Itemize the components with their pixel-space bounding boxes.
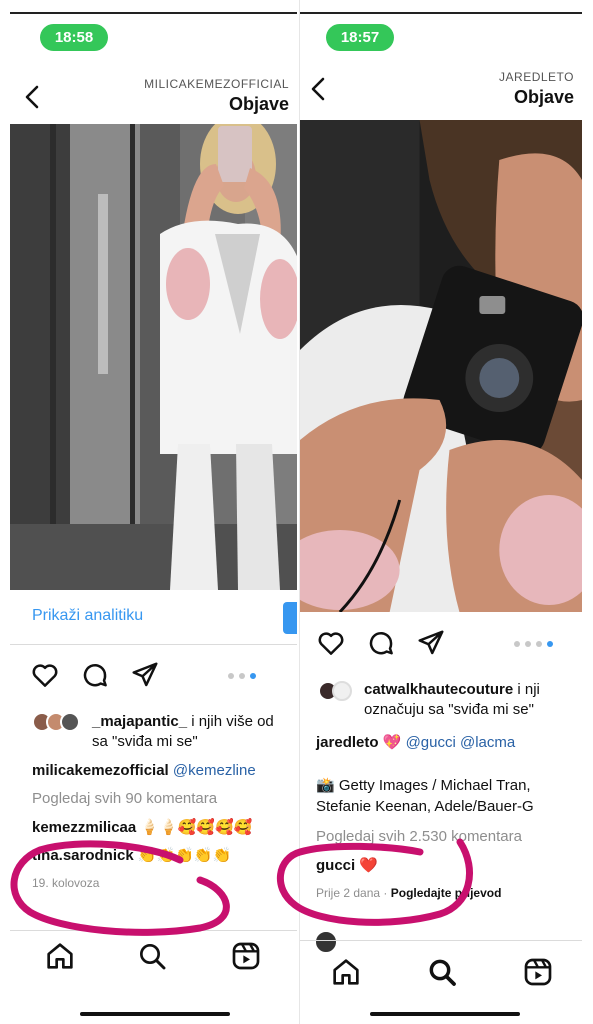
caption-username[interactable]: jaredleto — [316, 734, 379, 751]
liked-by-line-2: označuju sa "sviđa mi se" — [364, 701, 534, 718]
right-phone-screen: 18:57 JAREDLETO Objave catwalkhautecoutu… — [299, 0, 582, 1024]
left-phone-screen: 18:58 MILICAKEMEZOFFICIAL Objave Prikaži… — [10, 0, 297, 1024]
view-all-comments[interactable]: Pogledaj svih 2.530 komentara — [316, 828, 522, 845]
liked-by-line-2: sa "sviđa mi se" — [92, 733, 198, 750]
heart-icon[interactable] — [316, 628, 346, 658]
liked-by-text: i nji — [513, 681, 540, 698]
caption-username[interactable]: milicakemezofficial — [32, 762, 169, 779]
liker-username[interactable]: _majapantic_ — [92, 713, 187, 730]
liked-by-text: i njih više od — [187, 713, 274, 730]
phone-frame-edge — [300, 12, 582, 14]
tab-bar-divider — [300, 940, 582, 941]
caption: milicakemezofficial @kemezline — [32, 762, 256, 779]
home-indicator — [80, 1012, 230, 1016]
liker-avatars — [32, 712, 80, 732]
comment-text: ❤️ — [359, 857, 379, 874]
comment-icon[interactable] — [80, 660, 110, 690]
carousel-dots — [228, 673, 256, 679]
phone-frame-edge — [10, 12, 297, 14]
post-photo — [10, 124, 297, 590]
comment-text: 👏👏👏👏👏 — [137, 847, 232, 864]
post-meta: Prije 2 dana · Pogledajte prijevod — [316, 886, 501, 900]
carousel-dots — [514, 641, 553, 647]
search-icon[interactable] — [136, 940, 168, 972]
comment-avatar — [314, 930, 338, 954]
share-icon[interactable] — [416, 628, 446, 658]
meta-separator: · — [383, 886, 388, 900]
comment-icon[interactable] — [366, 628, 396, 658]
back-arrow-icon[interactable] — [22, 84, 44, 110]
comment-username[interactable]: kemezzmilicaa — [32, 819, 136, 836]
translate-link[interactable]: Pogledajte prijevod — [391, 886, 502, 900]
liked-by-line-1: _majapantic_ i njih više od — [92, 713, 274, 730]
comment-username[interactable]: gucci — [316, 857, 355, 874]
caption-mention[interactable]: @gucci — [406, 734, 456, 751]
analytics-button-edge[interactable] — [283, 602, 297, 634]
search-icon[interactable] — [426, 956, 458, 988]
photo-credits-line-1: 📸 Getty Images / Michael Tran, — [316, 777, 531, 794]
header-username: JAREDLETO — [499, 70, 574, 84]
comment-row: gucci ❤️ — [316, 856, 378, 874]
comment-username[interactable]: tina.sarodnick — [32, 847, 134, 864]
page-title: Objave — [513, 87, 574, 107]
back-arrow-icon[interactable] — [308, 76, 330, 102]
caption: jaredleto 💖 @gucci @lacma — [316, 733, 515, 751]
reels-icon[interactable] — [230, 940, 262, 972]
share-icon[interactable] — [130, 660, 160, 690]
page-title: Objave — [228, 94, 289, 114]
view-all-comments[interactable]: Pogledaj svih 90 komentara — [32, 790, 217, 807]
home-icon[interactable] — [330, 956, 362, 988]
post-image[interactable] — [300, 120, 582, 612]
post-photo — [300, 120, 582, 612]
liker-username[interactable]: catwalkhautecouture — [364, 681, 513, 698]
liked-by-line-1: catwalkhautecouture i nji — [364, 681, 540, 698]
comment-text: 🍦🍦🥰🥰🥰🥰 — [140, 819, 253, 836]
header-username: MILICAKEMEZOFFICIAL — [144, 77, 289, 91]
comment-row: kemezzmilicaa 🍦🍦🥰🥰🥰🥰 — [32, 818, 252, 836]
photo-credits-line-2: Stefanie Keenan, Adele/Bauer-G — [316, 798, 534, 815]
time-ago: Prije 2 dana — [316, 886, 381, 900]
divider — [10, 644, 297, 645]
status-time: 18:57 — [326, 24, 394, 51]
heart-icon[interactable] — [30, 660, 60, 690]
caption-mention[interactable]: @lacma — [460, 734, 515, 751]
analytics-link[interactable]: Prikaži analitiku — [32, 607, 143, 625]
post-image[interactable] — [10, 124, 297, 590]
caption-emoji: 💖 — [382, 734, 402, 751]
home-icon[interactable] — [44, 940, 76, 972]
home-indicator — [370, 1012, 520, 1016]
tagger-avatars — [318, 681, 352, 701]
tab-bar-divider — [10, 930, 297, 931]
status-time: 18:58 — [40, 24, 108, 51]
reels-icon[interactable] — [522, 956, 554, 988]
caption-mention[interactable]: @kemezline — [173, 762, 256, 779]
post-date: 19. kolovoza — [32, 876, 100, 890]
comment-row: tina.sarodnick 👏👏👏👏👏 — [32, 846, 231, 864]
